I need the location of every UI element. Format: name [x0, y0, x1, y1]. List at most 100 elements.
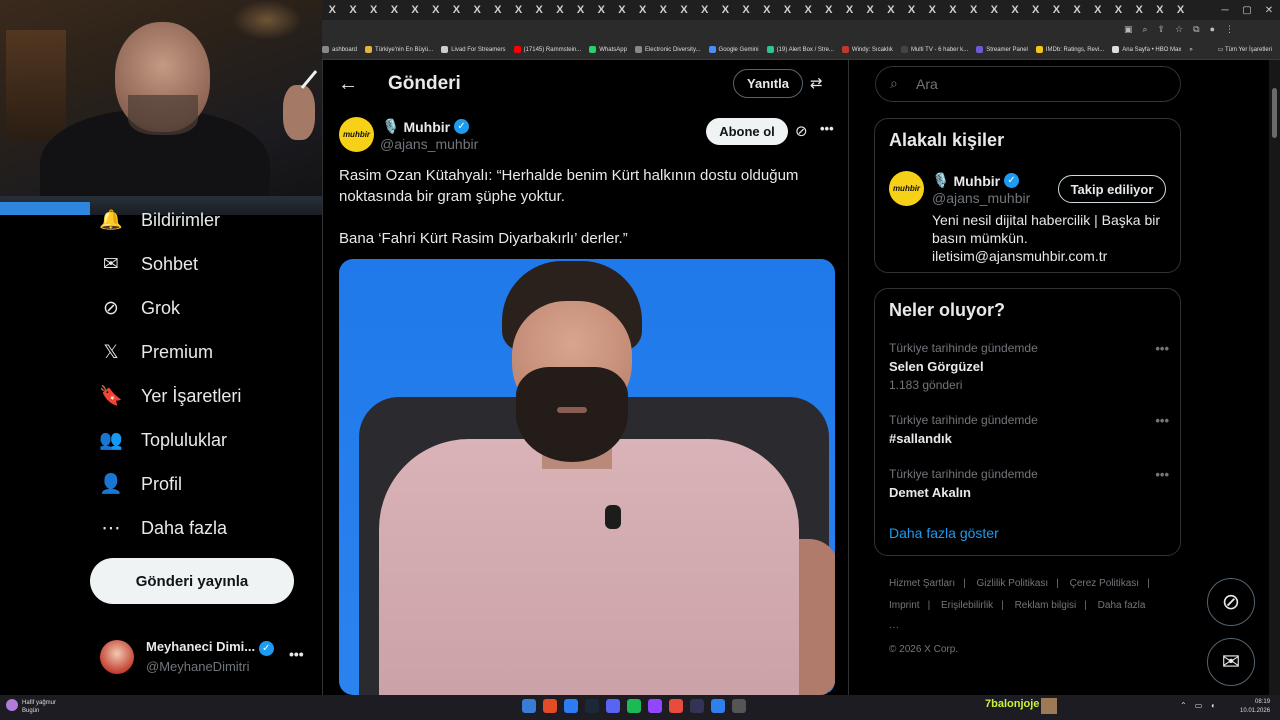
- trend-more-icon[interactable]: •••: [1155, 413, 1169, 428]
- browser-tab[interactable]: X: [529, 0, 550, 20]
- taskbar-app-icon[interactable]: [690, 699, 704, 713]
- nav-item-grok[interactable]: ⊘ Grok: [100, 297, 180, 319]
- weather-widget[interactable]: Hafif yağmur Bugün: [6, 699, 56, 715]
- extensions-icon[interactable]: ⧉: [1193, 24, 1199, 35]
- browser-tab[interactable]: X: [1108, 0, 1129, 20]
- footer-link[interactable]: Hizmet Şartları: [889, 578, 955, 589]
- browser-tab[interactable]: X: [819, 0, 840, 20]
- grok-fab-button[interactable]: ⊘: [1207, 578, 1255, 626]
- footer-link[interactable]: Reklam bilgisi: [1015, 600, 1077, 611]
- browser-tab[interactable]: X: [508, 0, 529, 20]
- related-handle[interactable]: @ajans_muhbir: [932, 190, 1030, 206]
- account-switcher[interactable]: Meyhaneci Dimi... ✓ @MeyhaneDimitri •••: [100, 636, 310, 678]
- taskbar-app-icon[interactable]: [669, 699, 683, 713]
- profile-icon[interactable]: ●: [1210, 24, 1215, 35]
- zoom-icon[interactable]: ⌕: [1142, 24, 1147, 35]
- browser-tab[interactable]: X: [694, 0, 715, 20]
- bookmark-item[interactable]: IMDb: Ratings, Revi...: [1035, 46, 1104, 53]
- trend-item[interactable]: Türkiye tarihinde gündemde Demet Akalın …: [889, 467, 1169, 500]
- taskbar-app-icon[interactable]: [543, 699, 557, 713]
- bookmark-item[interactable]: Electronic Diversity...: [634, 46, 701, 53]
- browser-tab[interactable]: X: [881, 0, 902, 20]
- bookmark-item[interactable]: Livad For Streamers: [441, 46, 506, 53]
- browser-tab[interactable]: X: [570, 0, 591, 20]
- minimize-icon[interactable]: ─: [1214, 0, 1236, 20]
- post-button[interactable]: Gönderi yayınla: [90, 558, 294, 604]
- browser-tab[interactable]: X: [384, 0, 405, 20]
- footer-link[interactable]: Imprint: [889, 600, 920, 611]
- browser-tab[interactable]: X: [736, 0, 757, 20]
- volume-icon[interactable]: ◖: [1210, 701, 1215, 710]
- taskbar-app-icon[interactable]: [564, 699, 578, 713]
- browser-tab[interactable]: X: [839, 0, 860, 20]
- nav-item-profile[interactable]: 👤 Profil: [99, 473, 182, 496]
- trend-item[interactable]: Türkiye tarihinde gündemde #sallandık ••…: [889, 413, 1169, 446]
- nav-item-chat[interactable]: ✉ Sohbet: [100, 253, 198, 275]
- related-avatar[interactable]: muhbir: [889, 171, 924, 206]
- author-avatar[interactable]: muhbir: [339, 117, 374, 152]
- subscribe-button[interactable]: Abone ol: [706, 118, 788, 145]
- bookmark-item[interactable]: Ana Sayfa • HBO Max: [1112, 46, 1181, 53]
- browser-tab[interactable]: X: [1129, 0, 1150, 20]
- browser-tab[interactable]: X: [405, 0, 426, 20]
- browser-tab[interactable]: X: [901, 0, 922, 20]
- browser-tab[interactable]: X: [343, 0, 364, 20]
- browser-tab[interactable]: X: [446, 0, 467, 20]
- browser-tab[interactable]: X: [922, 0, 943, 20]
- browser-tab[interactable]: X: [943, 0, 964, 20]
- bookmark-item[interactable]: Türkiye'nin En Büyü...: [365, 46, 433, 53]
- browser-tab[interactable]: X: [674, 0, 695, 20]
- browser-tab[interactable]: X: [363, 0, 384, 20]
- browser-tab[interactable]: X: [1046, 0, 1067, 20]
- browser-tab[interactable]: X: [1087, 0, 1108, 20]
- scrollbar-thumb[interactable]: [1272, 88, 1277, 138]
- browser-tab[interactable]: X: [591, 0, 612, 20]
- nav-item-premium[interactable]: 𝕏 Premium: [100, 341, 213, 363]
- post-more-icon[interactable]: •••: [820, 121, 834, 136]
- browser-tab[interactable]: X: [984, 0, 1005, 20]
- close-window-icon[interactable]: ✕: [1258, 0, 1280, 20]
- post-image[interactable]: [339, 259, 835, 695]
- messages-fab-button[interactable]: ✉: [1207, 638, 1255, 686]
- browser-tab[interactable]: X: [467, 0, 488, 20]
- bookmark-item[interactable]: ashboard: [322, 46, 357, 53]
- nav-item-communities[interactable]: 👥 Topluluklar: [99, 429, 227, 452]
- following-button[interactable]: Takip ediliyor: [1058, 175, 1166, 203]
- footer-link[interactable]: Erişilebilirlik: [941, 600, 993, 611]
- tray-chevron-icon[interactable]: ⌃: [1180, 701, 1187, 710]
- trend-more-icon[interactable]: •••: [1155, 341, 1169, 356]
- nav-item-notifications[interactable]: 🔔 Bildirimler: [99, 209, 220, 232]
- share-icon[interactable]: ⇪: [1158, 24, 1166, 35]
- star-icon[interactable]: ☆: [1175, 24, 1183, 35]
- grok-icon[interactable]: ⊘: [795, 122, 808, 140]
- browser-tab[interactable]: X: [1170, 0, 1191, 20]
- browser-tab[interactable]: X: [756, 0, 777, 20]
- browser-tab[interactable]: X: [715, 0, 736, 20]
- browser-tab[interactable]: X: [653, 0, 674, 20]
- bookmark-item[interactable]: Windy: Sıcaklık: [841, 46, 893, 53]
- clock[interactable]: 08:19 10.01.2026: [1240, 698, 1270, 716]
- network-icon[interactable]: ▭: [1195, 701, 1203, 710]
- search-box[interactable]: ⌕: [875, 66, 1181, 102]
- bookmark-item[interactable]: Streamer Panel: [976, 46, 1028, 53]
- browser-tab[interactable]: X: [1005, 0, 1026, 20]
- bookmark-item[interactable]: Google Gemini: [708, 46, 759, 53]
- browser-tab[interactable]: X: [425, 0, 446, 20]
- author-handle[interactable]: @ajans_muhbir: [380, 136, 478, 152]
- taskbar-app-icon[interactable]: [711, 699, 725, 713]
- account-more-icon[interactable]: •••: [289, 646, 304, 662]
- taskbar-app-icon[interactable]: [648, 699, 662, 713]
- browser-tab[interactable]: X: [963, 0, 984, 20]
- bookmark-item[interactable]: WhatsApp: [589, 46, 627, 53]
- browser-tab[interactable]: X: [1067, 0, 1088, 20]
- author-name[interactable]: 🎙️ Muhbir ✓: [382, 118, 470, 135]
- browser-tab[interactable]: X: [488, 0, 509, 20]
- footer-link[interactable]: Çerez Politikası: [1070, 578, 1139, 589]
- screenshot-icon[interactable]: ▣: [1124, 24, 1133, 35]
- maximize-icon[interactable]: ▢: [1236, 0, 1258, 20]
- bookmark-item[interactable]: (19) Alert Box / Stre...: [766, 46, 834, 53]
- search-input[interactable]: [916, 74, 1166, 94]
- taskbar-app-icon[interactable]: [732, 699, 746, 713]
- bookmark-item[interactable]: (17145) Rammstein...: [513, 46, 581, 53]
- page-scrollbar[interactable]: [1269, 60, 1280, 695]
